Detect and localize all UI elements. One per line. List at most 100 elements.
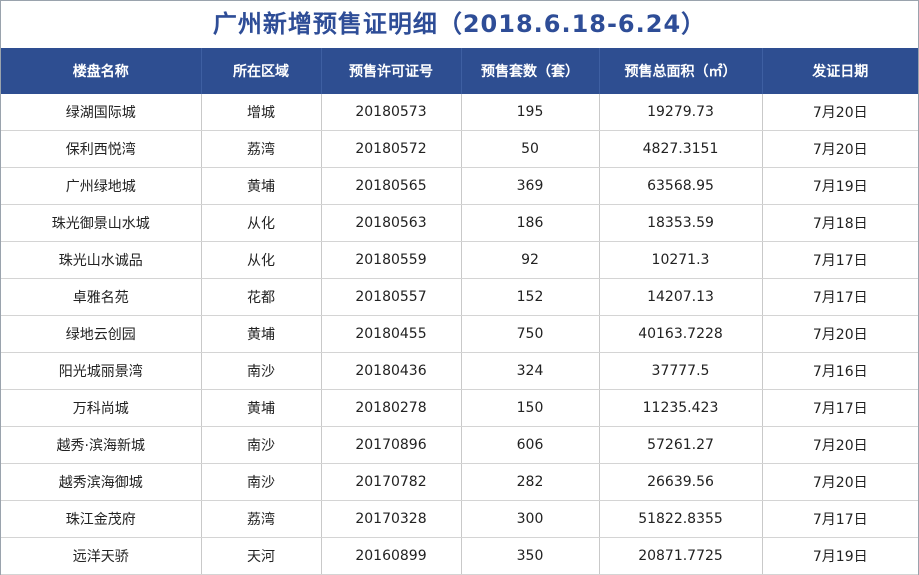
cell-total-area: 57261.27 <box>599 426 763 464</box>
cell-issue-date: 7月16日 <box>762 352 918 390</box>
cell-issue-date: 7月17日 <box>762 389 918 427</box>
cell-unit-count: 369 <box>461 167 600 205</box>
cell-project-name: 阳光城丽景湾 <box>1 352 202 390</box>
presale-table: 楼盘名称 所在区域 预售许可证号 预售套数（套） 预售总面积（㎡） 发证日期 绿… <box>1 48 918 575</box>
cell-project-name: 绿地云创园 <box>1 315 202 353</box>
cell-issue-date: 7月20日 <box>762 463 918 501</box>
table-header: 楼盘名称 所在区域 预售许可证号 预售套数（套） 预售总面积（㎡） 发证日期 <box>1 48 918 94</box>
cell-total-area: 37777.5 <box>599 352 763 390</box>
cell-project-name: 越秀滨海御城 <box>1 463 202 501</box>
table-row: 珠光山水诚品 从化 20180559 92 10271.3 7月17日 <box>1 241 918 279</box>
table-title: 广州新增预售证明细（2018.6.18-6.24） <box>212 10 707 38</box>
table-row: 万科尚城 黄埔 20180278 150 11235.423 7月17日 <box>1 389 918 427</box>
cell-permit-number: 20180563 <box>321 204 462 242</box>
cell-permit-number: 20180278 <box>321 389 462 427</box>
cell-district: 南沙 <box>201 352 322 390</box>
cell-issue-date: 7月18日 <box>762 204 918 242</box>
cell-permit-number: 20180572 <box>321 130 462 168</box>
cell-total-area: 11235.423 <box>599 389 763 427</box>
cell-unit-count: 150 <box>461 389 600 427</box>
cell-issue-date: 7月20日 <box>762 426 918 464</box>
header-unit-count: 预售套数（套） <box>461 48 600 94</box>
cell-district: 黄埔 <box>201 389 322 427</box>
header-issue-date: 发证日期 <box>762 48 918 94</box>
table-row: 珠光御景山水城 从化 20180563 186 18353.59 7月18日 <box>1 204 918 242</box>
cell-district: 从化 <box>201 204 322 242</box>
cell-project-name: 保利西悦湾 <box>1 130 202 168</box>
cell-unit-count: 282 <box>461 463 600 501</box>
cell-unit-count: 350 <box>461 537 600 575</box>
cell-district: 荔湾 <box>201 500 322 538</box>
cell-permit-number: 20180455 <box>321 315 462 353</box>
cell-project-name: 远洋天骄 <box>1 537 202 575</box>
header-permit-number: 预售许可证号 <box>321 48 462 94</box>
cell-total-area: 51822.8355 <box>599 500 763 538</box>
cell-total-area: 14207.13 <box>599 278 763 316</box>
cell-unit-count: 92 <box>461 241 600 279</box>
cell-total-area: 63568.95 <box>599 167 763 205</box>
cell-district: 南沙 <box>201 426 322 464</box>
cell-district: 黄埔 <box>201 167 322 205</box>
table-row: 珠江金茂府 荔湾 20170328 300 51822.8355 7月17日 <box>1 500 918 538</box>
cell-total-area: 26639.56 <box>599 463 763 501</box>
cell-project-name: 卓雅名苑 <box>1 278 202 316</box>
table-row: 绿湖国际城 增城 20180573 195 19279.73 7月20日 <box>1 94 918 131</box>
presale-table-panel: 广州新增预售证明细（2018.6.18-6.24） 楼盘名称 所在区域 预售许可… <box>0 0 919 575</box>
table-row: 越秀·滨海新城 南沙 20170896 606 57261.27 7月20日 <box>1 426 918 464</box>
table-row: 广州绿地城 黄埔 20180565 369 63568.95 7月19日 <box>1 167 918 205</box>
table-row: 保利西悦湾 荔湾 20180572 50 4827.3151 7月20日 <box>1 130 918 168</box>
cell-permit-number: 20180557 <box>321 278 462 316</box>
table-row: 远洋天骄 天河 20160899 350 20871.7725 7月19日 <box>1 537 918 575</box>
cell-district: 花都 <box>201 278 322 316</box>
cell-district: 从化 <box>201 241 322 279</box>
cell-issue-date: 7月17日 <box>762 241 918 279</box>
cell-unit-count: 195 <box>461 94 600 131</box>
cell-permit-number: 20180559 <box>321 241 462 279</box>
header-district: 所在区域 <box>201 48 322 94</box>
cell-project-name: 珠光御景山水城 <box>1 204 202 242</box>
cell-project-name: 珠江金茂府 <box>1 500 202 538</box>
cell-unit-count: 50 <box>461 130 600 168</box>
cell-district: 天河 <box>201 537 322 575</box>
table-row: 卓雅名苑 花都 20180557 152 14207.13 7月17日 <box>1 278 918 316</box>
cell-total-area: 40163.7228 <box>599 315 763 353</box>
cell-permit-number: 20170896 <box>321 426 462 464</box>
cell-total-area: 10271.3 <box>599 241 763 279</box>
cell-district: 荔湾 <box>201 130 322 168</box>
header-project-name: 楼盘名称 <box>1 48 202 94</box>
cell-project-name: 万科尚城 <box>1 389 202 427</box>
cell-permit-number: 20160899 <box>321 537 462 575</box>
cell-issue-date: 7月19日 <box>762 167 918 205</box>
cell-issue-date: 7月20日 <box>762 94 918 131</box>
table-body: 绿湖国际城 增城 20180573 195 19279.73 7月20日 保利西悦湾 荔湾 20… <box>1 94 918 575</box>
cell-total-area: 19279.73 <box>599 94 763 131</box>
cell-unit-count: 606 <box>461 426 600 464</box>
cell-district: 南沙 <box>201 463 322 501</box>
cell-total-area: 18353.59 <box>599 204 763 242</box>
cell-permit-number: 20180436 <box>321 352 462 390</box>
header-total-area: 预售总面积（㎡） <box>599 48 763 94</box>
cell-issue-date: 7月20日 <box>762 315 918 353</box>
cell-project-name: 广州绿地城 <box>1 167 202 205</box>
cell-issue-date: 7月20日 <box>762 130 918 168</box>
cell-unit-count: 750 <box>461 315 600 353</box>
cell-project-name: 珠光山水诚品 <box>1 241 202 279</box>
cell-project-name: 越秀·滨海新城 <box>1 426 202 464</box>
table-row: 绿地云创园 黄埔 20180455 750 40163.7228 7月20日 <box>1 315 918 353</box>
cell-unit-count: 152 <box>461 278 600 316</box>
cell-district: 黄埔 <box>201 315 322 353</box>
cell-unit-count: 186 <box>461 204 600 242</box>
cell-unit-count: 300 <box>461 500 600 538</box>
cell-issue-date: 7月19日 <box>762 537 918 575</box>
table-row: 越秀滨海御城 南沙 20170782 282 26639.56 7月20日 <box>1 463 918 501</box>
table-row: 阳光城丽景湾 南沙 20180436 324 37777.5 7月16日 <box>1 352 918 390</box>
cell-unit-count: 324 <box>461 352 600 390</box>
cell-permit-number: 20180573 <box>321 94 462 131</box>
header-row: 楼盘名称 所在区域 预售许可证号 预售套数（套） 预售总面积（㎡） 发证日期 <box>1 48 918 94</box>
cell-total-area: 4827.3151 <box>599 130 763 168</box>
cell-permit-number: 20170782 <box>321 463 462 501</box>
cell-district: 增城 <box>201 94 322 131</box>
cell-permit-number: 20180565 <box>321 167 462 205</box>
cell-permit-number: 20170328 <box>321 500 462 538</box>
cell-total-area: 20871.7725 <box>599 537 763 575</box>
